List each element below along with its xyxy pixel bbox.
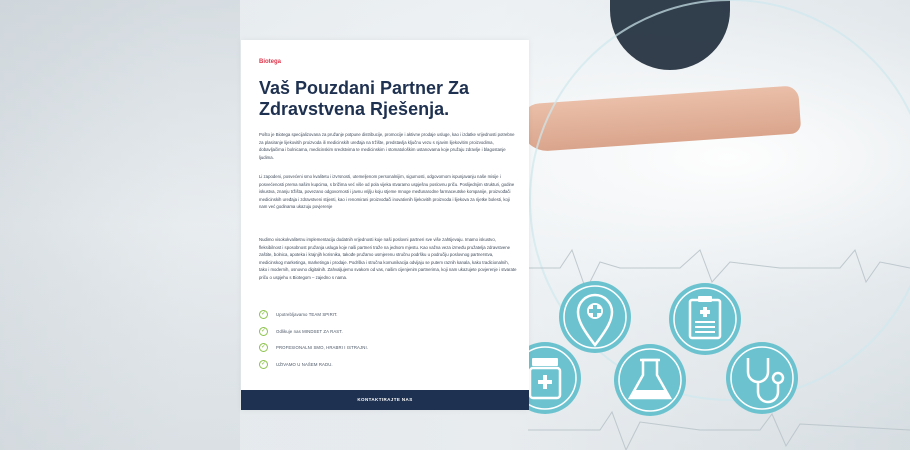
checklist-item: ✓ Odlikuje nas MINDSET ZA RAST. (259, 326, 519, 344)
checklist-item-label: UŽIVAMO U NAŠEM RADU. (276, 361, 333, 367)
checklist-item: ✓ PROFESIONALNI SMO, HRABRI I ISTRAJNI. (259, 343, 519, 360)
contact-button[interactable]: KONTAKTIRAJTE NAS (241, 390, 529, 410)
check-icon: ✓ (259, 359, 268, 369)
values-checklist: ✓ Upotrebljavamo TEAM SPIRIT. ✓ Odlikuje… (259, 310, 519, 376)
check-icon: ✓ (259, 343, 268, 352)
checklist-item-label: Odlikuje nas MINDSET ZA RAST. (276, 328, 343, 334)
checklist-item-label: PROFESIONALNI SMO, HRABRI I ISTRAJNI. (276, 345, 369, 350)
intro-paragraph: Poštо je Biotega specijalizovana za pruž… (259, 132, 515, 160)
page-title: Vaš Pouzdani Partner Za Zdravstvena Rješ… (259, 78, 470, 119)
doctor-coat-shading (0, 0, 240, 450)
checklist-item-label: Upotrebljavamo TEAM SPIRIT. (276, 312, 338, 317)
services-paragraph: Nudimo visokokvalitetnu implementaciju d… (259, 237, 517, 280)
checklist-item: ✓ UŽIVAMO U NAŠEM RADU. (259, 359, 519, 377)
checklist-item: ✓ Upotrebljavamo TEAM SPIRIT. (259, 310, 519, 327)
quality-paragraph: Li zapodeni, posvećeni smo kvalitetu i i… (259, 174, 515, 210)
about-card: Biotega Vaš Pouzdani Partner Za Zdravstv… (241, 40, 529, 410)
check-icon: ✓ (259, 326, 268, 336)
brand-label: Biotega (259, 59, 282, 65)
check-icon: ✓ (259, 310, 268, 319)
